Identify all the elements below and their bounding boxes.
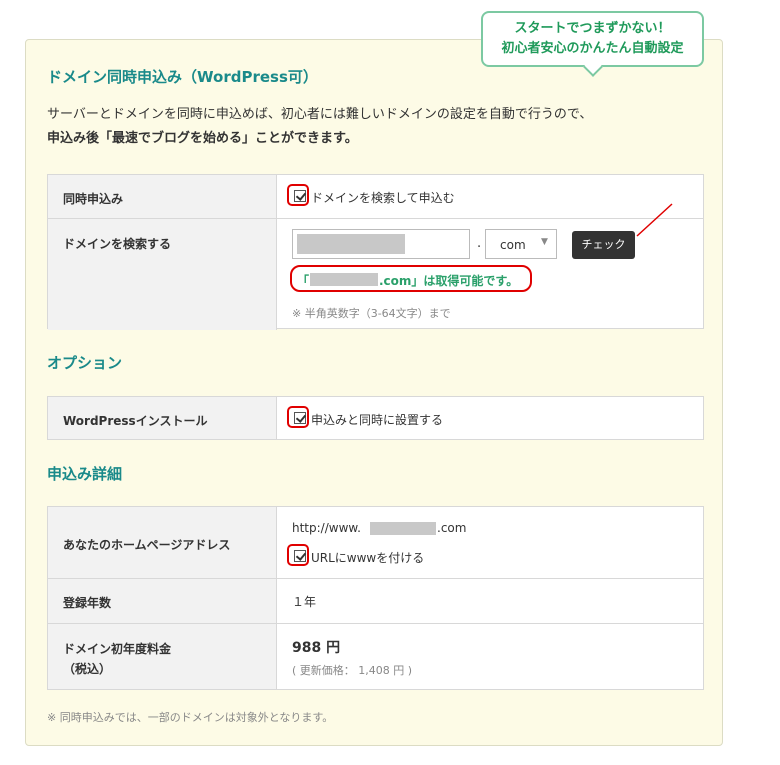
row-years: 登録年数 １年 bbox=[48, 578, 703, 623]
domain-table: 同時申込み ドメインを検索して申込む ドメインを検索する . com ▼ チェッ… bbox=[47, 174, 704, 330]
value-cell: 988 円 ( 更新価格： 1,408 円 ) bbox=[277, 624, 703, 689]
tld-select[interactable]: com ▼ bbox=[485, 229, 557, 259]
label-cell: 同時申込み bbox=[48, 175, 277, 218]
dot-separator: . bbox=[477, 236, 482, 251]
value-cell: １年 bbox=[277, 579, 703, 623]
intro-text-1: サーバーとドメインを同時に申込めば、初心者には難しいドメインの設定を自動で行うの… bbox=[47, 107, 593, 122]
label-cell: ドメインを検索する bbox=[48, 219, 277, 330]
search-label: ドメインを検索する bbox=[63, 237, 172, 251]
row-wordpress: WordPressインストール 申込みと同時に設置する bbox=[48, 397, 703, 439]
row-simultaneous: 同時申込み ドメインを検索して申込む bbox=[48, 175, 703, 218]
options-table: WordPressインストール 申込みと同時に設置する bbox=[47, 396, 704, 440]
highlight-ring bbox=[287, 184, 309, 206]
simultaneous-label: 同時申込み bbox=[63, 192, 124, 206]
simultaneous-checkbox-label: ドメインを検索して申込む bbox=[311, 191, 455, 205]
highlight-ring bbox=[287, 406, 309, 428]
url-suffix: .com bbox=[437, 521, 467, 535]
address-label: あなたのホームページアドレス bbox=[63, 538, 231, 552]
details-title: 申込み詳細 bbox=[47, 465, 123, 483]
value-cell: http://www. .com URLにwwwを付ける bbox=[277, 507, 703, 578]
label-cell: WordPressインストール bbox=[48, 397, 277, 439]
years-value: １年 bbox=[292, 595, 317, 609]
row-fee: ドメイン初年度料金 （税込） 988 円 ( 更新価格： 1,408 円 ) bbox=[48, 623, 703, 689]
tip-bubble: スタートでつまずかない！ 初心者安心のかんたん自動設定 bbox=[481, 11, 704, 77]
availability-message: .com」は取得可能です。 bbox=[379, 274, 519, 288]
domain-search-input[interactable] bbox=[292, 229, 470, 259]
renewal-price: ( 更新価格： 1,408 円 ) bbox=[292, 664, 413, 677]
redacted-domain bbox=[370, 522, 436, 535]
chevron-down-icon: ▼ bbox=[541, 237, 548, 247]
row-search: ドメインを検索する . com ▼ チェック 「 .com」は取得可能です。 ※… bbox=[48, 218, 703, 330]
check-button[interactable]: チェック bbox=[572, 231, 635, 259]
url-prefix: http://www. bbox=[292, 521, 361, 535]
label-cell: ドメイン初年度料金 （税込） bbox=[48, 624, 277, 689]
label-cell: あなたのホームページアドレス bbox=[48, 507, 277, 578]
label-cell: 登録年数 bbox=[48, 579, 277, 623]
www-checkbox-label: URLにwwwを付ける bbox=[311, 551, 425, 565]
row-address: あなたのホームページアドレス http://www. .com URLにwwwを… bbox=[48, 507, 703, 578]
fee-label-line1: ドメイン初年度料金 bbox=[63, 642, 172, 656]
highlight-ring bbox=[287, 544, 309, 566]
availability-prefix: 「 bbox=[297, 274, 310, 288]
footnote: ※ 同時申込みでは、一部のドメインは対象外となります。 bbox=[47, 711, 334, 724]
redacted-domain bbox=[310, 273, 378, 286]
value-cell: 申込みと同時に設置する bbox=[277, 397, 703, 439]
options-title: オプション bbox=[47, 354, 123, 372]
wordpress-checkbox-label: 申込みと同時に設置する bbox=[311, 413, 444, 427]
years-label: 登録年数 bbox=[63, 596, 112, 610]
annotation-stroke bbox=[636, 203, 673, 237]
tld-value: com bbox=[500, 238, 526, 252]
details-table: あなたのホームページアドレス http://www. .com URLにwwwを… bbox=[47, 506, 704, 690]
intro-text-2: 申込み後「最速でブログを始める」ことができます。 bbox=[47, 131, 358, 146]
search-hint: ※ 半角英数字（3-64文字）まで bbox=[292, 307, 451, 320]
tip-line-1: スタートでつまずかない！ bbox=[514, 21, 671, 36]
fee-label-line2: （税込） bbox=[63, 662, 112, 676]
redacted-text bbox=[297, 234, 405, 254]
wordpress-label: WordPressインストール bbox=[63, 414, 208, 428]
section-title: ドメイン同時申込み（WordPress可） bbox=[47, 68, 318, 86]
fee-value: 988 円 bbox=[292, 640, 341, 656]
